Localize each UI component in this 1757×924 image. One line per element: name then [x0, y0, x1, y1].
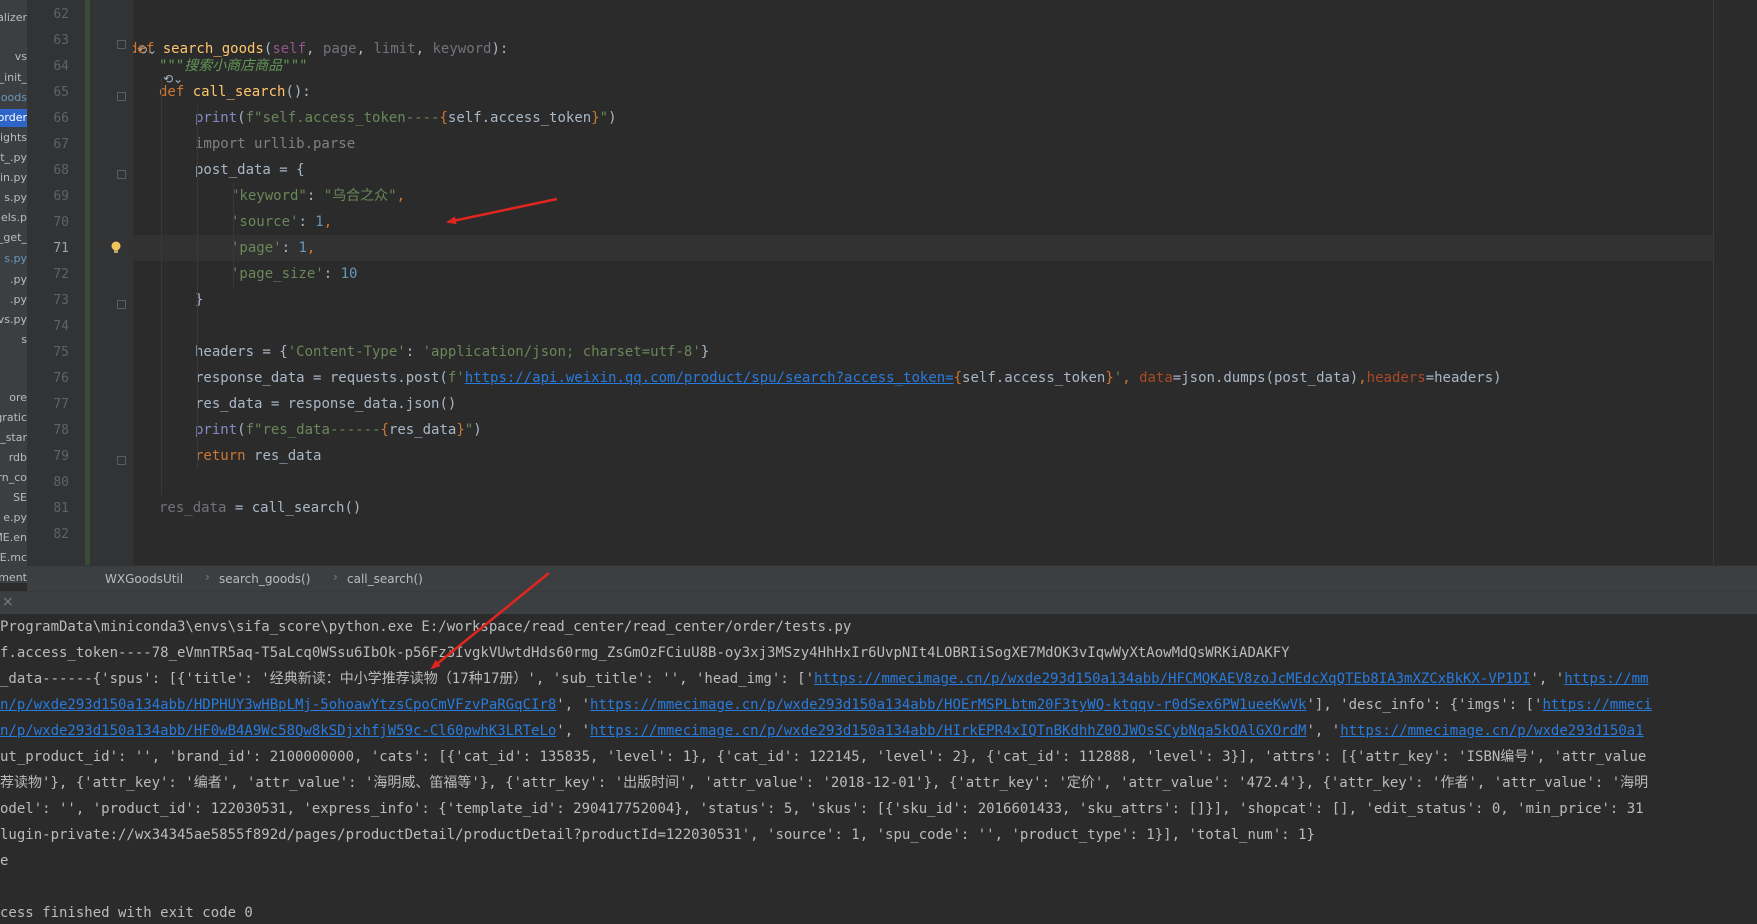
annotation-arrow — [430, 572, 550, 670]
annotation-layer — [430, 197, 558, 670]
annotation-arrow — [446, 197, 558, 225]
